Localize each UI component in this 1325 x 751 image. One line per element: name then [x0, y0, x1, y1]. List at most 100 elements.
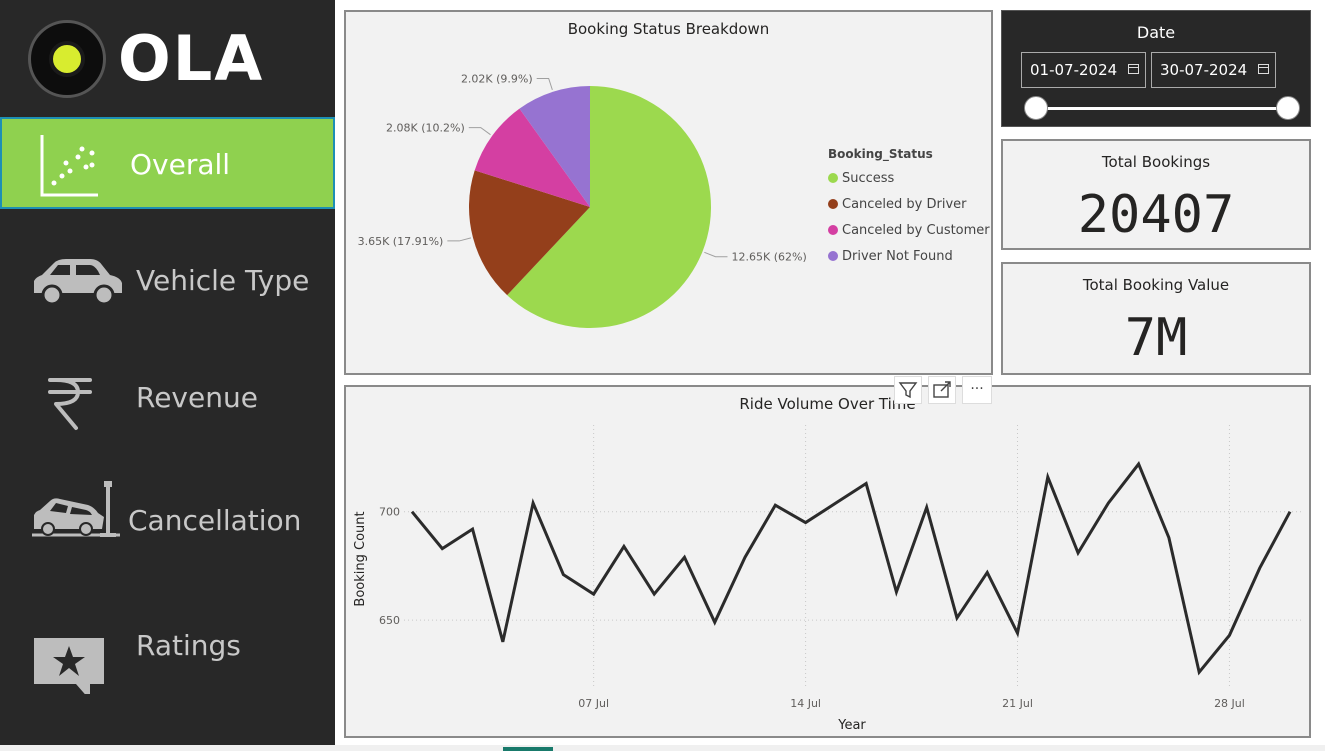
calendar-icon[interactable] — [1258, 64, 1269, 74]
pie-data-label: 3.65K (17.91%) — [358, 235, 444, 248]
nav-item-ratings[interactable]: Ratings — [0, 600, 335, 694]
pie-chart: 12.65K (62%) 3.65K (17.91%) 2.08K (10.2%) 2… — [358, 72, 990, 328]
series-line-booking-count[interactable] — [410, 461, 1292, 676]
star-comment-icon — [34, 638, 104, 694]
line-chart-title: Ride Volume Over Time — [739, 395, 916, 413]
pie-leader-line — [704, 251, 728, 258]
legend-item-driver-not-found[interactable]: Driver Not Found — [842, 249, 953, 264]
line-point[interactable] — [744, 556, 747, 559]
line-point[interactable] — [562, 573, 565, 576]
nav-item-revenue[interactable]: Revenue — [0, 352, 335, 444]
line-point[interactable] — [622, 545, 625, 548]
nav-label-revenue: Revenue — [136, 381, 258, 414]
pie-data-label: 2.02K (9.9%) — [461, 72, 533, 85]
total-booking-value-value: 7M — [1124, 308, 1188, 368]
line-point[interactable] — [532, 502, 535, 505]
sidebar: OLA Overall Vehicle Type Revenue Cancell… — [0, 0, 335, 745]
line-point[interactable] — [1137, 463, 1140, 466]
total-bookings-card: Total Bookings 20407 — [1001, 139, 1311, 250]
nav-item-vehicle-type[interactable]: Vehicle Type — [0, 235, 335, 327]
line-point[interactable] — [834, 502, 837, 505]
line-point[interactable] — [1077, 551, 1080, 554]
line-point[interactable] — [411, 510, 414, 513]
legend-item-success[interactable]: Success — [842, 171, 895, 186]
date-slicer-title: Date — [1136, 23, 1176, 42]
line-point[interactable] — [774, 504, 777, 507]
more-options-icon[interactable]: ··· — [962, 376, 992, 404]
rupee-icon — [48, 378, 92, 430]
nav-item-cancellation[interactable]: Cancellation — [0, 475, 335, 567]
total-booking-value-label: Total Booking Value — [1082, 276, 1230, 294]
active-page-tab[interactable] — [503, 747, 553, 751]
y-tick-label: 650 — [379, 614, 400, 627]
legend-swatch-driver-not-found — [828, 251, 838, 261]
x-tick-label: 14 Jul — [790, 697, 821, 710]
line-point[interactable] — [713, 621, 716, 624]
line-point[interactable] — [441, 547, 444, 550]
pie-data-label: 12.65K (62%) — [732, 251, 807, 264]
date-range-slider-track[interactable] — [1036, 107, 1288, 110]
pie-leader-line — [468, 127, 491, 136]
line-point[interactable] — [471, 528, 474, 531]
legend-swatch-canceled-by-customer — [828, 225, 838, 235]
focus-mode-icon[interactable] — [928, 376, 956, 404]
x-tick-label: 28 Jul — [1214, 697, 1245, 710]
page-tab-strip — [0, 745, 1325, 751]
date-range-start-handle[interactable] — [1024, 96, 1048, 120]
nav-label-vehicle-type: Vehicle Type — [136, 264, 310, 297]
line-point[interactable] — [653, 593, 656, 596]
car-crash-icon — [32, 481, 120, 537]
calendar-icon[interactable] — [1128, 64, 1139, 74]
line-point[interactable] — [1198, 671, 1201, 674]
line-point[interactable] — [1046, 476, 1049, 479]
scatter-chart-icon — [40, 135, 98, 197]
line-point[interactable] — [895, 590, 898, 593]
start-date-input[interactable]: 01-07-2024 — [1021, 52, 1146, 88]
line-point[interactable] — [501, 640, 504, 643]
filter-icon[interactable] — [894, 376, 922, 404]
y-tick-label: 700 — [379, 506, 400, 519]
legend-swatch-canceled-by-driver — [828, 199, 838, 209]
pie-leader-line — [447, 237, 472, 242]
line-point[interactable] — [925, 506, 928, 509]
legend-item-canceled-by-driver[interactable]: Canceled by Driver — [842, 197, 967, 212]
line-point[interactable] — [955, 616, 958, 619]
line-point[interactable] — [804, 521, 807, 524]
line-point[interactable] — [1167, 536, 1170, 539]
car-icon — [34, 259, 122, 306]
total-bookings-label: Total Bookings — [1101, 153, 1211, 171]
pie-data-label: 2.08K (10.2%) — [386, 122, 465, 135]
line-point[interactable] — [592, 593, 595, 596]
legend-item-canceled-by-customer[interactable]: Canceled by Customer — [842, 223, 990, 238]
start-date-value: 01-07-2024 — [1030, 61, 1118, 79]
date-range-end-handle[interactable] — [1276, 96, 1300, 120]
line-point[interactable] — [1228, 634, 1231, 637]
line-point[interactable] — [865, 482, 868, 485]
booking-status-panel[interactable]: Booking Status Breakdown 12.65K (62%) 3.6… — [344, 10, 993, 375]
line-point[interactable] — [1289, 510, 1292, 513]
y-axis-title: Booking Count — [353, 511, 368, 606]
nav-label-overall: Overall — [130, 148, 231, 181]
ride-volume-panel[interactable]: 650 700 07 Jul 14 Jul 21 Jul 28 Jul Year Bookin… — [344, 385, 1311, 738]
line-point[interactable] — [1107, 502, 1110, 505]
ola-logo-text: OLA — [118, 22, 265, 95]
line-point[interactable] — [986, 571, 989, 574]
nav-item-overall[interactable]: Overall — [0, 117, 335, 209]
line-point[interactable] — [1258, 567, 1261, 570]
pie-leader-line — [536, 77, 553, 91]
x-tick-label: 21 Jul — [1002, 697, 1033, 710]
more-options-glyph: ··· — [970, 381, 984, 397]
line-chart: 650 700 07 Jul 14 Jul 21 Jul 28 Jul Year Bookin… — [353, 425, 1302, 733]
end-date-value: 30-07-2024 — [1160, 61, 1248, 79]
total-booking-value-card: Total Booking Value 7M — [1001, 262, 1311, 375]
ola-logo-mark-icon — [28, 20, 106, 98]
line-point[interactable] — [683, 556, 686, 559]
x-tick-label: 07 Jul — [578, 697, 609, 710]
total-bookings-value: 20407 — [1077, 185, 1235, 245]
x-axis-title: Year — [837, 718, 866, 733]
legend-swatch-success — [828, 173, 838, 183]
nav-label-cancellation: Cancellation — [128, 504, 302, 537]
pie-legend-title: Booking_Status — [828, 147, 933, 162]
line-point[interactable] — [1016, 632, 1019, 635]
end-date-input[interactable]: 30-07-2024 — [1151, 52, 1276, 88]
